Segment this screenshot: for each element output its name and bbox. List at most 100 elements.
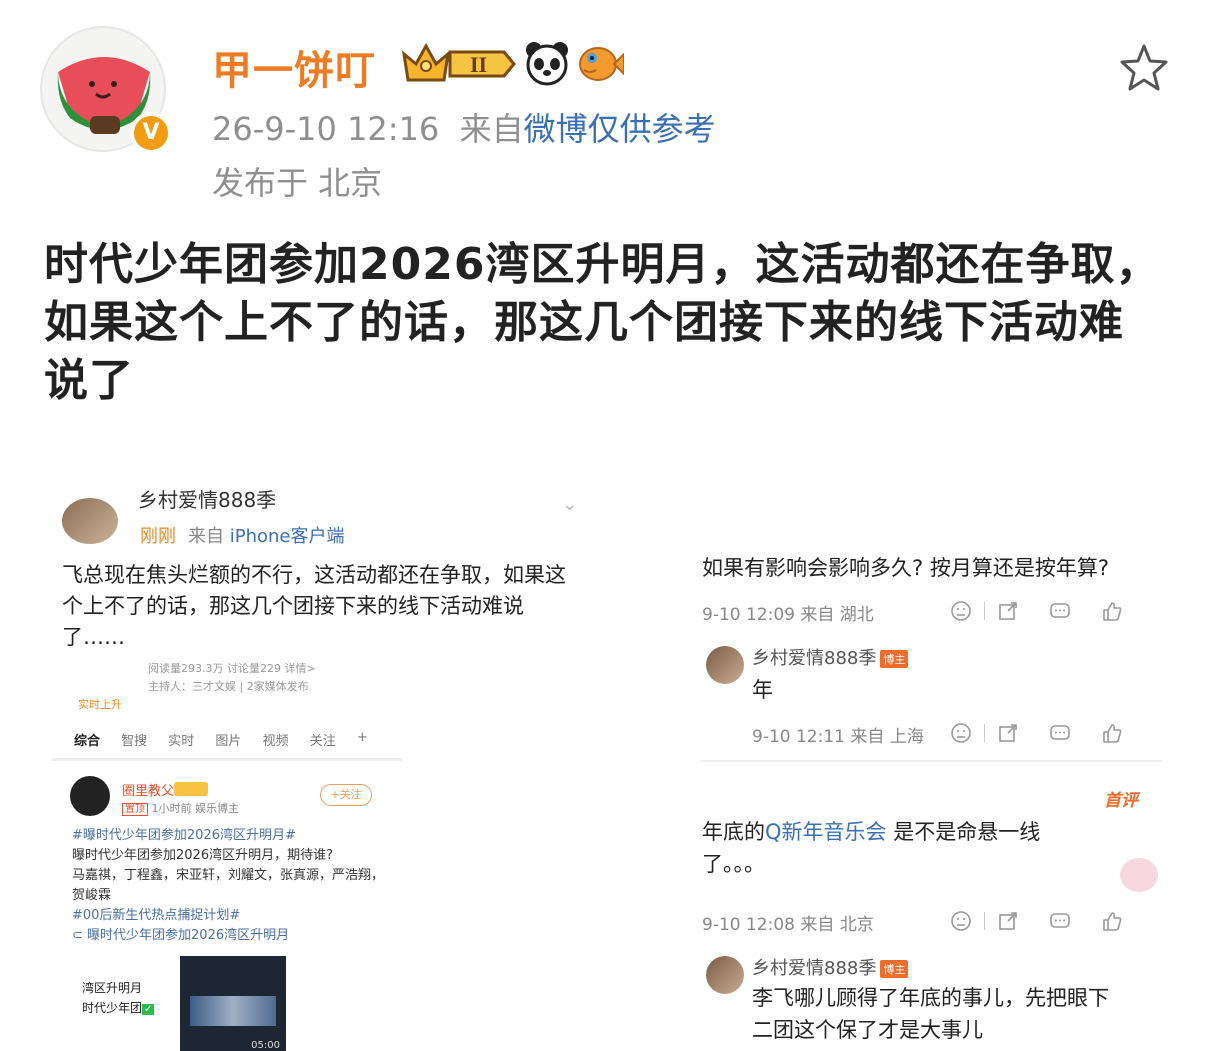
reply-text: 李飞哪儿顾得了年底的事儿，先把眼下 二团这个保了才是大事儿 (752, 982, 1109, 1046)
author-badge: 博主 (880, 960, 909, 978)
card-line: 马嘉祺，丁程鑫，宋亚轩，刘耀文，张真源，严浩翔，贺峻霖 (72, 868, 385, 903)
post-time: 刚刚 (140, 526, 176, 547)
first-comment-badge: 首评 (1104, 791, 1138, 811)
embedded-screenshot-right: 如果有影响会影响多久? 按月算还是按年算? 9-10 12:09 来自 湖北 乡… (700, 550, 1170, 1051)
crown-icon: II (401, 42, 516, 82)
check-icon: ✓ (142, 1004, 155, 1015)
comment-actions (950, 600, 1123, 622)
tab-videos: 视频 (262, 734, 289, 749)
link-icon: ⊂ (72, 928, 88, 943)
video-thumbnail: 05:00 (180, 956, 286, 1051)
reply-actions (950, 722, 1123, 744)
search-icon: Q (765, 820, 782, 844)
username[interactable]: 甲一饼叮 (212, 38, 376, 96)
post-text: 时代少年团参加2026湾区升明月，这活动都还在争取，如果这个上不了的话，那这几个… (44, 239, 1161, 406)
divider (700, 760, 1162, 762)
card-author-name: 圈里教父 (122, 784, 175, 799)
fish-icon (579, 47, 624, 81)
post-time: 26-9-10 12:16 (212, 110, 440, 148)
like-icon (1103, 602, 1122, 621)
avatar (62, 498, 118, 544)
like-icon (1103, 724, 1122, 743)
share-icon (999, 724, 1017, 742)
tab-smart-search: 智搜 (121, 734, 148, 749)
comment-text-part: 了。。。 (702, 852, 765, 876)
tab-comprehensive: 综合 (74, 734, 101, 749)
panda-icon (526, 42, 568, 86)
reply-text-line: 李飞哪儿顾得了年底的事儿，先把眼下 (752, 986, 1109, 1010)
post-location: 发布于 北京 (212, 164, 383, 202)
pinned-tag: 置顶 (122, 803, 148, 816)
post-text: 飞总现在焦头烂额的不行，这活动都还在争取，如果这个上不了的话，那这几个团接下来的… (62, 563, 566, 649)
dislike-face-icon (951, 723, 971, 743)
tab-following: 关注 (309, 734, 336, 749)
video-title: 湾区升明月 (82, 981, 143, 995)
chevron-down-icon: ⌄ (562, 494, 578, 515)
avatar[interactable]: V (40, 26, 172, 154)
dislike-face-icon (951, 911, 971, 931)
avatar (706, 646, 744, 684)
reply-author-name: 乡村爱情888季 (752, 958, 877, 979)
search-tabs: 综合 智搜 实时 图片 视频 关注 + (74, 730, 404, 749)
topic-link-text: 曝时代少年团参加2026湾区升明月 (87, 928, 290, 943)
tab-add: + (356, 730, 368, 745)
tab-images: 图片 (215, 734, 242, 749)
source-prefix: 来自 (459, 110, 524, 148)
divider (52, 758, 402, 761)
card-time: 1小时前 娱乐博主 (151, 802, 240, 815)
stats-line: 阅读量293.3万 讨论量229 详情> (148, 662, 316, 675)
card-text: #曝时代少年团参加2026湾区升明月# 曝时代少年团参加2026湾区升明月，期待… (72, 826, 392, 946)
keyword-link: 新年音乐会 (781, 820, 887, 844)
video-subtitle: 时代少年团 (82, 1001, 143, 1015)
level-badge-icon (174, 782, 208, 796)
hot-label: 实时上升 (78, 698, 122, 711)
post-source[interactable]: 微博仅供参考 (524, 110, 716, 148)
like-icon (1103, 912, 1122, 931)
video-frame (190, 996, 276, 1026)
post-header: V 甲一饼叮 II 26-9-10 12:16 来自微博仅供参考 发布于 北京 (40, 24, 1170, 204)
video-duration: 05:00 (251, 1040, 280, 1051)
comment-icon (1050, 913, 1070, 928)
source-name: iPhone客户端 (229, 526, 345, 547)
sticker-icon (1120, 858, 1158, 892)
reply-text-line: 二团这个保了才是大事儿 (752, 1018, 983, 1042)
embedded-screenshot-left: 乡村爱情888季 刚刚 来自 iPhone客户端 ⌄ 飞总现在焦头烂额的不行，这… (52, 490, 592, 1051)
avatar (706, 956, 744, 994)
reply-text: 年 (752, 678, 773, 702)
comment-actions (950, 910, 1123, 932)
hashtag: #00后新生代热点捕捉计划# (72, 908, 241, 923)
topic-stats: 阅读量293.3万 讨论量229 详情> 主持人：三才文娱 | 2家媒体发布 (148, 660, 316, 696)
verified-badge: V (130, 112, 172, 154)
comment-text: 年底的Q新年音乐会 是不是命悬一线 了。。。 (702, 816, 1040, 880)
comment-meta: 9-10 12:08 来自 北京 (702, 915, 874, 935)
level-badge: II (470, 52, 487, 77)
dislike-face-icon (951, 601, 971, 621)
star-icon[interactable] (1118, 42, 1170, 94)
share-icon (999, 912, 1017, 930)
reply-author: 乡村爱情888季 博主 (752, 954, 909, 980)
tab-realtime: 实时 (168, 734, 195, 749)
comment-text-part: 年底的 (702, 820, 765, 844)
stats-line: 主持人：三才文娱 | 2家媒体发布 (148, 680, 309, 693)
comment-text: 如果有影响会影响多久? 按月算还是按年算? (702, 556, 1109, 580)
reply-meta: 9-10 12:11 来自 上海 (752, 727, 924, 747)
card-meta: 置顶 1小时前 娱乐博主 (122, 800, 239, 816)
share-icon (999, 602, 1017, 620)
avatar (70, 776, 110, 816)
author-name: 乡村爱情888季 (138, 490, 277, 512)
post-meta: 26-9-10 12:16 来自微博仅供参考 (212, 104, 716, 150)
comment-text-part: 是不是命悬一线 (893, 820, 1041, 844)
comment-icon (1050, 725, 1070, 740)
comment-icon (1050, 603, 1070, 618)
comment-meta: 9-10 12:09 来自 湖北 (702, 605, 874, 625)
reply-author: 乡村爱情888季 博主 (752, 644, 909, 670)
follow-button: +关注 (320, 784, 372, 806)
post-source: 来自 iPhone客户端 (188, 522, 345, 548)
topic-link: ⊂ 曝时代少年团参加2026湾区升明月 (72, 926, 392, 946)
source-prefix: 来自 (188, 526, 224, 547)
video-label: 湾区升明月 时代少年团 ✓ (82, 978, 155, 1020)
card-line: 曝时代少年团参加2026湾区升明月，期待谁? (72, 848, 333, 863)
author-badge: 博主 (880, 650, 909, 668)
reply-author-name: 乡村爱情888季 (752, 648, 877, 669)
hashtag: #曝时代少年团参加2026湾区升明月# (72, 828, 296, 843)
